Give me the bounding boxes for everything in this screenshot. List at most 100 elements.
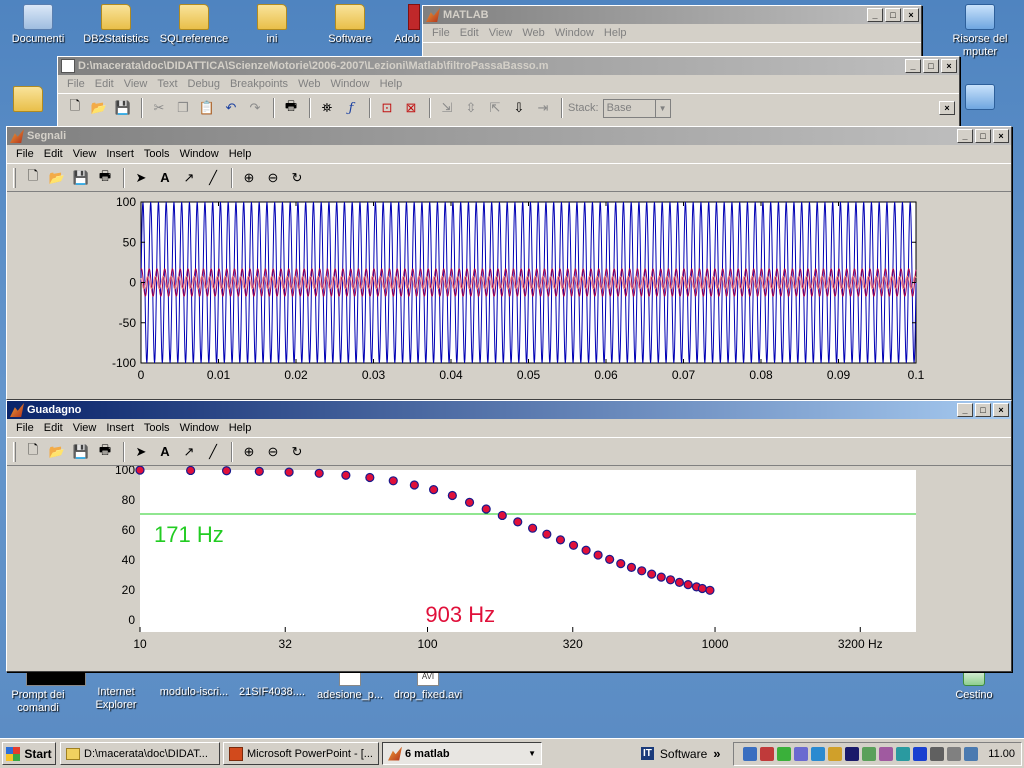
start-button[interactable]: Start — [2, 742, 56, 765]
desktop-folder-partial[interactable] — [0, 86, 58, 115]
menu-tools[interactable]: Tools — [139, 148, 175, 160]
menu-file[interactable]: File — [62, 78, 90, 90]
taskbar-button-matlab[interactable]: 6 matlab ▼ — [382, 742, 542, 765]
desktop-icon-sqlreference[interactable]: SQLreference — [154, 4, 234, 46]
menu-tools[interactable]: Tools — [139, 422, 175, 434]
close-button[interactable]: × — [903, 8, 919, 22]
tray-app-icon[interactable] — [930, 746, 945, 761]
exit-debug-icon[interactable]: ⇥ — [532, 97, 554, 119]
minimize-button[interactable]: _ — [957, 129, 973, 143]
paste-icon[interactable]: 📋 — [196, 97, 218, 119]
desktop-icon-ini[interactable]: ini — [232, 4, 312, 46]
menu-edit[interactable]: Edit — [90, 78, 119, 90]
print-icon[interactable]: 🖶 — [94, 167, 116, 189]
redo-icon[interactable]: ↷ — [244, 97, 266, 119]
menu-view[interactable]: View — [484, 27, 518, 39]
close-button[interactable]: × — [993, 129, 1009, 143]
close-button[interactable]: × — [941, 59, 957, 73]
menu-breakpoints[interactable]: Breakpoints — [225, 78, 293, 90]
tray-app-icon[interactable] — [743, 746, 758, 761]
tray-app-icon[interactable] — [794, 746, 809, 761]
menu-edit[interactable]: Edit — [39, 422, 68, 434]
desktop-icon-adobe[interactable]: Adob — [380, 4, 420, 46]
save-icon[interactable]: 💾 — [70, 441, 92, 463]
segnali-chart[interactable]: 0 0.01 0.02 0.03 0.04 0.05 0.06 0.07 0.08 0.09 0.1… — [7, 192, 1011, 398]
matlab-main-titlebar[interactable]: MATLAB _ □ × — [423, 6, 921, 24]
tray-app-icon[interactable] — [760, 746, 775, 761]
new-figure-icon[interactable]: 🗋 — [22, 441, 44, 463]
tray-app-icon[interactable] — [811, 746, 826, 761]
find-binoculars-icon[interactable]: ⛯ — [316, 97, 338, 119]
clear-breakpoints-icon[interactable]: ⊠ — [400, 97, 422, 119]
menu-view[interactable]: View — [68, 422, 102, 434]
menu-web[interactable]: Web — [517, 27, 549, 39]
menu-window[interactable]: Window — [325, 78, 374, 90]
menu-edit[interactable]: Edit — [39, 148, 68, 160]
menu-edit[interactable]: Edit — [455, 27, 484, 39]
tray-app-icon[interactable] — [913, 746, 928, 761]
guadagno-chart[interactable]: 10 32 100 320 1000 3200 Hz 100 80 60 40 20 0 171 Hz 9… — [7, 463, 1011, 670]
rotate-icon[interactable]: ↻ — [286, 167, 308, 189]
rotate-icon[interactable]: ↻ — [286, 441, 308, 463]
network-icon[interactable] — [964, 746, 979, 761]
insert-line-icon[interactable]: ╱ — [202, 441, 224, 463]
desktop-icon-drop-fixed[interactable]: AVI drop_fixed.avi — [388, 668, 468, 702]
arrow-pointer-icon[interactable]: ➤ — [130, 441, 152, 463]
menu-help[interactable]: Help — [224, 148, 257, 160]
maximize-button[interactable]: □ — [975, 129, 991, 143]
open-folder-icon[interactable]: 📂 — [88, 97, 110, 119]
language-indicator[interactable]: IT — [641, 747, 654, 760]
insert-arrow-icon[interactable]: ↗ — [178, 441, 200, 463]
volume-icon[interactable] — [947, 746, 962, 761]
insert-arrow-icon[interactable]: ↗ — [178, 167, 200, 189]
save-icon[interactable]: 💾 — [112, 97, 134, 119]
zoom-in-icon[interactable]: ⊕ — [238, 441, 260, 463]
undo-icon[interactable]: ↶ — [220, 97, 242, 119]
minimize-button[interactable]: _ — [905, 59, 921, 73]
stack-select[interactable]: Base ▼ — [602, 98, 671, 118]
maximize-button[interactable]: □ — [975, 403, 991, 417]
arrow-pointer-icon[interactable]: ➤ — [130, 167, 152, 189]
menu-file[interactable]: File — [427, 27, 455, 39]
copy-icon[interactable]: ❐ — [172, 97, 194, 119]
guadagno-titlebar[interactable]: Guadagno _ □ × — [7, 401, 1011, 419]
print-icon[interactable]: 🖶 — [280, 97, 302, 119]
print-icon[interactable]: 🖶 — [94, 441, 116, 463]
desktop-icon-software[interactable]: Software — [310, 4, 390, 46]
menu-view[interactable]: View — [68, 148, 102, 160]
tray-app-icon[interactable] — [777, 746, 792, 761]
desktop-icon-21sif[interactable]: 21SIF4038.... — [232, 686, 312, 699]
desktop-icon-my-computer[interactable]: Risorse del mputer — [936, 4, 1024, 59]
menu-window[interactable]: Window — [550, 27, 599, 39]
step-out-icon[interactable]: ⇱ — [484, 97, 506, 119]
maximize-button[interactable]: □ — [885, 8, 901, 22]
step-icon[interactable]: ⇲ — [436, 97, 458, 119]
menu-file[interactable]: File — [11, 148, 39, 160]
desktop-icon-prompt[interactable]: Prompt dei comandi — [0, 672, 86, 715]
function-icon[interactable]: ƒ — [340, 97, 362, 119]
desktop-icon-documenti[interactable]: Documenti — [0, 4, 78, 46]
desktop-icon-internet-explorer[interactable]: Internet Explorer — [76, 686, 156, 712]
insert-line-icon[interactable]: ╱ — [202, 167, 224, 189]
minimize-button[interactable]: _ — [957, 403, 973, 417]
new-file-icon[interactable]: 🗋 — [64, 97, 86, 119]
desktop-icon-adesione[interactable]: adesione_p... — [310, 668, 390, 702]
set-breakpoint-icon[interactable]: ⊡ — [376, 97, 398, 119]
zoom-out-icon[interactable]: ⊖ — [262, 167, 284, 189]
save-icon[interactable]: 💾 — [70, 167, 92, 189]
menu-view[interactable]: View — [119, 78, 153, 90]
taskbar-button-explorer[interactable]: D:\macerata\doc\DIDAT... — [60, 742, 220, 765]
segnali-titlebar[interactable]: Segnali _ □ × — [7, 127, 1011, 145]
desktop-icon-recycle-bin[interactable]: Cestino — [934, 668, 1014, 702]
menu-help[interactable]: Help — [224, 422, 257, 434]
tray-app-icon[interactable] — [862, 746, 877, 761]
close-toolbar-button[interactable]: × — [939, 101, 955, 115]
zoom-out-icon[interactable]: ⊖ — [262, 441, 284, 463]
desktop-icon-db2statistics[interactable]: DB2Statistics — [76, 4, 156, 46]
minimize-button[interactable]: _ — [867, 8, 883, 22]
menu-help[interactable]: Help — [375, 78, 408, 90]
insert-text-icon[interactable]: A — [154, 167, 176, 189]
menu-window[interactable]: Window — [175, 422, 224, 434]
menu-help[interactable]: Help — [599, 27, 632, 39]
menu-web[interactable]: Web — [293, 78, 325, 90]
